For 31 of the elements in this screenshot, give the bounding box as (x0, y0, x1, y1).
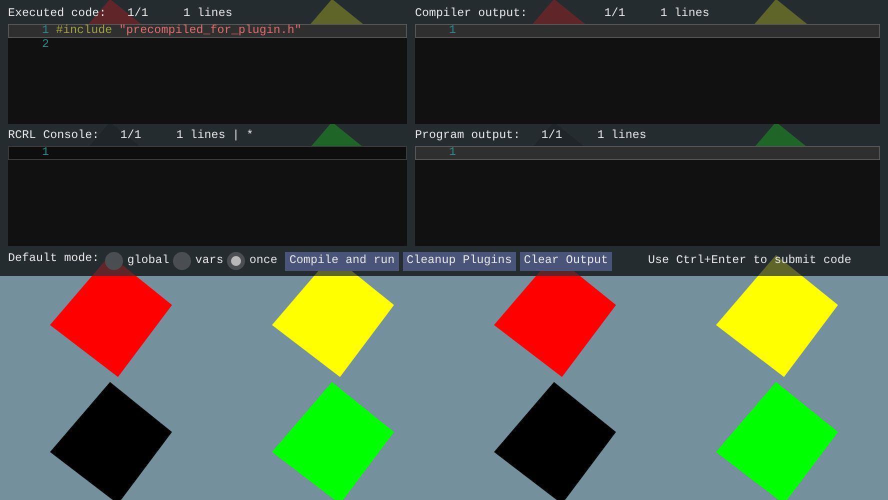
panel-title: Executed code: (8, 5, 106, 22)
line-count: 1 lines | * (176, 127, 254, 144)
code-editor[interactable]: 1 (415, 24, 880, 124)
hint-text: Use Ctrl+Enter to submit code (648, 252, 852, 270)
code-token: #include (56, 22, 112, 40)
panel-title: RCRL Console: (8, 127, 100, 144)
mode-radio[interactable]: vars (173, 252, 224, 270)
line-count: 1 lines (183, 5, 232, 22)
line-number: 1 (448, 22, 456, 40)
panel-title: Compiler output: (415, 5, 528, 22)
cursor-position: 1/1 (127, 5, 148, 22)
code-token: "precompiled_for_plugin.h" (119, 22, 302, 40)
panel-title: Program output: (415, 127, 520, 144)
action-button[interactable]: Clear Output (520, 252, 612, 270)
code-editor[interactable]: 1 (8, 146, 407, 246)
mode-label: Default mode: (8, 250, 100, 267)
cursor-position: 1/1 (120, 127, 142, 144)
line-number: 1 (40, 144, 49, 162)
line-count: 1 lines (597, 127, 646, 144)
mode-radio[interactable]: global (105, 252, 170, 270)
mode-radio[interactable]: once (227, 252, 278, 270)
action-button[interactable]: Cleanup Plugins (402, 252, 516, 270)
line-number: 1 (448, 144, 456, 162)
cursor-position: 1/1 (541, 127, 562, 144)
line-number: 1 (40, 22, 49, 39)
code-editor[interactable]: 1 (415, 146, 880, 246)
code-editor[interactable]: 1 #include "precompiled_for_plugin.h" 2 (8, 24, 407, 124)
action-button[interactable]: Compile and run (285, 252, 399, 270)
line-number: 2 (40, 36, 49, 54)
line-count: 1 lines (660, 5, 710, 22)
cursor-position: 1/1 (604, 5, 626, 22)
